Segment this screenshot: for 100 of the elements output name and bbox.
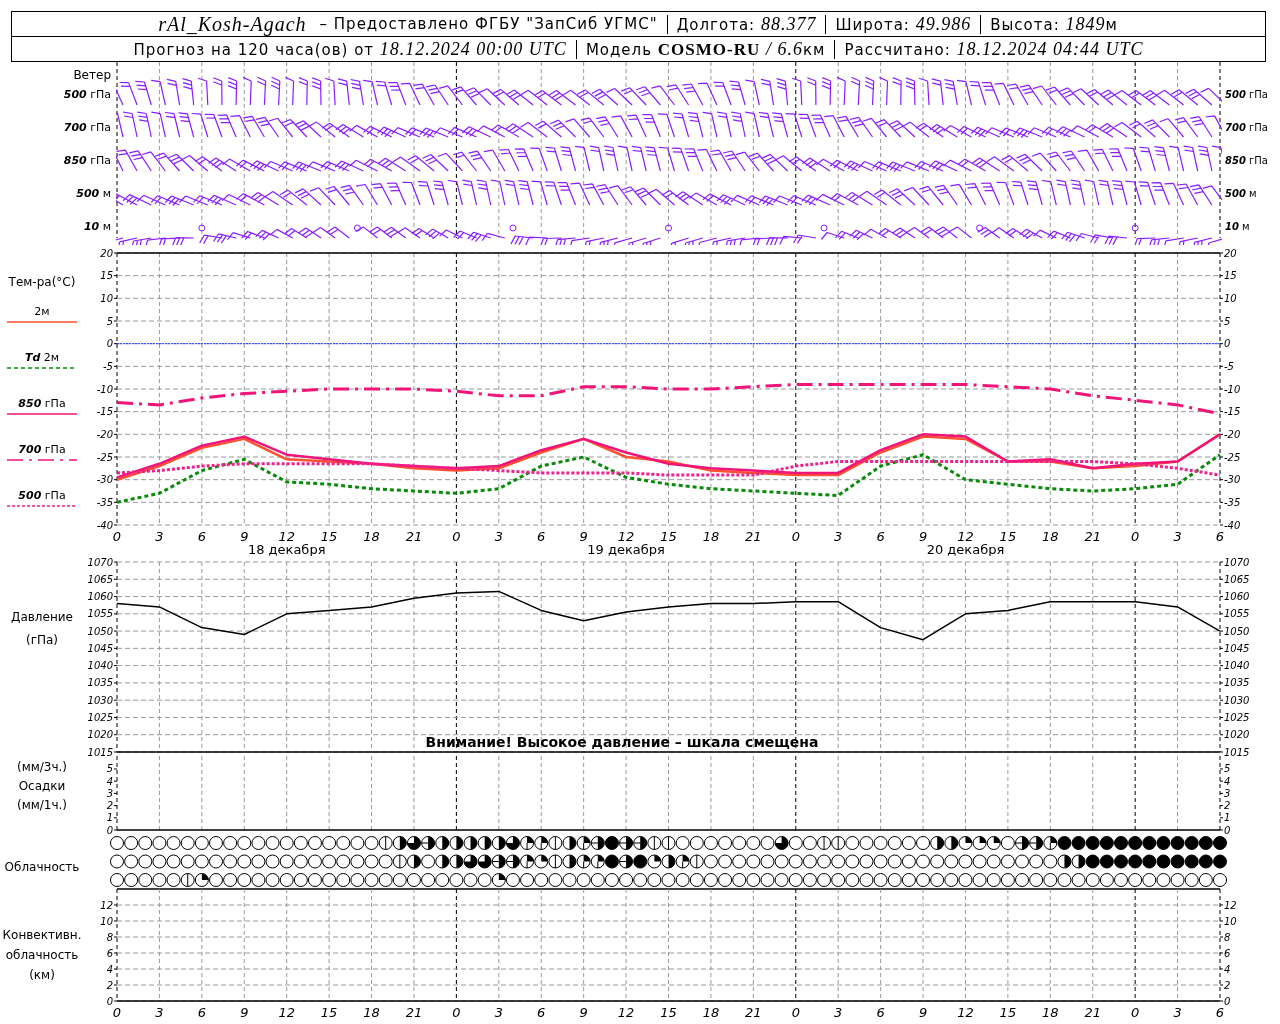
y-tick-label: -35 (1224, 496, 1241, 508)
panel-label: облачность (5, 947, 79, 963)
x-tick-label: 6 (197, 1005, 206, 1020)
unit-label: (гПа) (25, 632, 58, 648)
x-tick-label: 21 (405, 1005, 423, 1020)
warning-text: Внимание! Высокое давление – шкала смещена (425, 734, 819, 750)
x-tick-label: 0 (452, 529, 461, 544)
x-tick-label: 12 (957, 1005, 974, 1020)
x-tick-label: 3 (834, 1005, 843, 1020)
y-tick-label: 1070 (1224, 556, 1250, 568)
level-label: 700 гПа (1225, 121, 1268, 135)
y-tick-label: 0 (106, 824, 113, 834)
y-tick-label: 6 (106, 947, 113, 959)
y-tick-label: 3 (106, 787, 113, 799)
y-tick-label: -5 (103, 360, 113, 372)
y-tick-label: 1035 (87, 677, 113, 689)
x-tick-label: 12 (617, 529, 635, 544)
y-tick-label: 4 (1224, 963, 1231, 975)
y-tick-label: 10 (100, 915, 113, 927)
y-tick-label: 6 (1224, 947, 1231, 959)
level-label: 500 м (76, 186, 111, 202)
y-tick-label: -15 (1224, 406, 1241, 418)
y-tick-label: -20 (96, 428, 113, 440)
panel-label: (мм/3ч.) (16, 759, 68, 775)
y-tick-label: 1055 (87, 608, 113, 620)
y-tick-label: 1040 (1224, 660, 1250, 672)
level-label: 500 м (1225, 187, 1257, 201)
x-tick-label: 0 (791, 1005, 800, 1020)
x-tick-label: 0 (1131, 529, 1140, 544)
y-tick-label: 2 (1224, 979, 1231, 991)
x-tick-label: 6 (197, 529, 206, 544)
y-tick-label: -15 (96, 406, 113, 418)
y-tick-label: 5 (106, 315, 113, 327)
level-label: 500 гПа (63, 87, 111, 103)
y-tick-label: -25 (1224, 451, 1241, 463)
y-tick-label: 1070 (87, 556, 113, 568)
y-tick-label: 0 (106, 338, 113, 350)
y-tick-label: 1050 (87, 625, 113, 637)
panel-label: Давление (11, 609, 73, 625)
legend-label: 500 гПа (18, 488, 66, 504)
y-tick-label: -20 (1224, 428, 1241, 440)
y-tick-label: 4 (106, 775, 113, 787)
x-tick-label: 21 (405, 529, 423, 544)
level-label: 500 гПа (1225, 88, 1268, 102)
y-tick-label: 1060 (87, 591, 113, 603)
y-tick-label: 1 (106, 812, 113, 824)
level-label: 850 гПа (1225, 154, 1268, 168)
x-tick-label: 9 (918, 529, 928, 544)
x-tick-label: 3 (494, 529, 503, 544)
x-tick-label: 0 (112, 1005, 122, 1020)
x-tick-label: 3 (494, 1005, 503, 1020)
y-tick-label: 5 (1224, 763, 1231, 775)
y-tick-label: 12 (1224, 899, 1237, 911)
x-tick-label: 9 (240, 1005, 249, 1020)
header-field: Высота: 1849м (980, 14, 1127, 34)
y-tick-label: -40 (1224, 519, 1241, 531)
panel-label: Осадки (18, 778, 66, 794)
date-label: 19 декабря (587, 542, 665, 556)
y-tick-label: -30 (96, 474, 113, 486)
y-tick-label: 8 (106, 931, 113, 943)
y-tick-label: 12 (100, 899, 113, 911)
y-tick-label: 2 (106, 800, 113, 812)
y-tick-label: 2 (106, 979, 113, 991)
x-tick-label: 21 (1084, 1005, 1101, 1020)
y-tick-label: 1020 (1224, 729, 1250, 741)
y-tick-label: 1025 (1224, 711, 1250, 723)
x-tick-label: 18 (363, 1005, 380, 1020)
x-tick-label: 15 (999, 1005, 1017, 1020)
y-tick-label: 1 (1224, 812, 1231, 824)
y-tick-label: 1015 (1224, 746, 1250, 756)
header-field: Рассчитано: 18.12.2024 04:44 UTC (834, 39, 1153, 59)
x-tick-label: 9 (240, 529, 249, 544)
x-tick-label: 21 (745, 1005, 762, 1020)
x-tick-label: 0 (791, 529, 800, 544)
x-tick-label: 15 (999, 529, 1017, 544)
panel-label: Ветер (73, 67, 111, 83)
y-tick-label: 0 (1224, 995, 1231, 1007)
y-tick-label: 4 (1224, 775, 1231, 787)
x-tick-label: 9 (918, 1005, 928, 1020)
x-tick-label: 21 (1084, 529, 1101, 544)
y-tick-label: -30 (1224, 474, 1241, 486)
y-tick-label: 1020 (87, 729, 113, 741)
x-tick-label: 18 (1042, 529, 1059, 544)
y-tick-label: 1025 (87, 711, 113, 723)
y-tick-label: 0 (106, 995, 113, 1007)
y-tick-label: -5 (1224, 360, 1234, 372)
y-tick-label: 1035 (1224, 677, 1250, 689)
x-tick-label: 18 (702, 529, 720, 544)
y-tick-label: 10 (1224, 915, 1237, 927)
x-tick-label: 12 (957, 529, 974, 544)
x-tick-label: 6 (537, 1005, 546, 1020)
panel-label: Тем-ра(°C) (8, 274, 76, 290)
x-tick-label: 18 (1042, 1005, 1059, 1020)
date-label: 18 декабря (247, 542, 326, 556)
x-tick-label: 3 (834, 529, 843, 544)
y-tick-label: 1030 (87, 694, 113, 706)
y-tick-label: 10 (1224, 292, 1237, 304)
x-tick-label: 0 (1131, 1005, 1140, 1020)
legend-label: 700 гПа (18, 442, 66, 458)
header-field: Прогноз на 120 часа(ов) от 18.12.2024 00:00 UTC (124, 39, 576, 59)
